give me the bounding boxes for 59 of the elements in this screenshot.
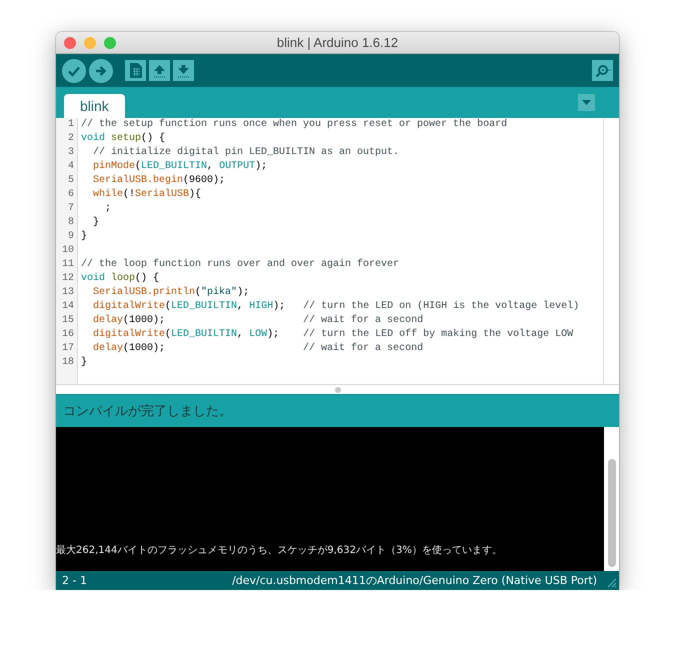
code-line: SerialUSB.begin(9600);	[92, 174, 226, 188]
code-line: digitalWrite(LED_BUILTIN, LOW); // turn the LED off by making the voltage LOW	[92, 328, 574, 342]
open-button[interactable]	[149, 60, 170, 81]
sketch-tab[interactable]: blink	[64, 94, 125, 118]
code-line: }	[81, 230, 88, 244]
upload-button[interactable]	[89, 58, 113, 82]
line-number: 14	[60, 300, 74, 314]
code-line: delay(1000); // wait for a second	[92, 314, 424, 328]
down-arrow-icon	[177, 64, 190, 78]
save-button[interactable]	[173, 60, 194, 81]
window-title: blink | Arduino 1.6.12	[276, 35, 398, 50]
line-number: 5	[66, 174, 74, 188]
code-line: // initialize digital pin LED_BUILTIN as an output.	[92, 146, 400, 160]
zoom-button[interactable]	[104, 36, 116, 48]
line-number: 10	[60, 244, 74, 258]
new-button[interactable]	[125, 60, 146, 81]
cursor-position: 2 - 1	[62, 574, 87, 587]
splitter-handle[interactable]	[334, 386, 340, 392]
line-number: 16	[60, 328, 74, 342]
line-number: 1	[66, 118, 74, 132]
code-line: digitalWrite(LED_BUILTIN, HIGH); // turn the LED on (HIGH is the voltage level)	[92, 300, 580, 314]
code-line: }	[92, 216, 100, 230]
up-arrow-icon	[153, 64, 166, 78]
status-message: コンパイルが完了しました。	[63, 403, 232, 420]
code-line: // the setup function runs once when you press reset or power the board	[81, 118, 508, 132]
code-line: // the loop function runs over and over again forever	[81, 258, 400, 272]
code-line: pinMode(LED_BUILTIN, OUTPUT);	[92, 160, 268, 174]
line-number: 3	[66, 146, 74, 160]
line-number: 8	[66, 216, 74, 230]
code-line: delay(1000); // wait for a second	[92, 342, 424, 356]
line-number: 2	[66, 132, 74, 146]
board-port: /dev/cu.usbmodem1411のArduino/Genuino Zero (Native USB Port)	[232, 573, 597, 588]
code-line: ;	[104, 202, 112, 216]
document-icon	[130, 63, 142, 78]
resize-grip-icon	[605, 576, 617, 588]
line-number: 7	[66, 202, 74, 216]
line-number: 4	[66, 160, 74, 174]
scrollbar-thumb[interactable]	[608, 459, 616, 567]
line-number: 13	[60, 286, 74, 300]
code-line: SerialUSB.println("pika");	[92, 286, 250, 300]
serial-monitor-button[interactable]	[592, 60, 613, 81]
tab-menu-button[interactable]	[578, 94, 595, 111]
caret-icon	[582, 100, 591, 105]
code-line: void setup() {	[81, 132, 166, 146]
code-line: while(!SerialUSB){	[92, 188, 202, 202]
console-output: 最大262,144バイトのフラッシュメモリのうち、スケッチが9,632バイト（3%）を使っています。	[56, 544, 503, 557]
line-number: 11	[60, 258, 74, 272]
close-button[interactable]	[64, 36, 76, 48]
verify-button[interactable]	[62, 58, 86, 82]
right-arrow-icon	[94, 64, 108, 78]
code-line: }	[81, 356, 88, 370]
code-line: void loop() {	[81, 272, 160, 286]
line-number: 15	[60, 314, 74, 328]
line-number: 12	[60, 272, 74, 286]
line-number: 9	[66, 230, 74, 244]
line-number: 6	[66, 188, 74, 202]
magnifier-icon	[594, 64, 610, 78]
line-number: 17	[60, 342, 74, 356]
line-number: 18	[60, 356, 74, 370]
